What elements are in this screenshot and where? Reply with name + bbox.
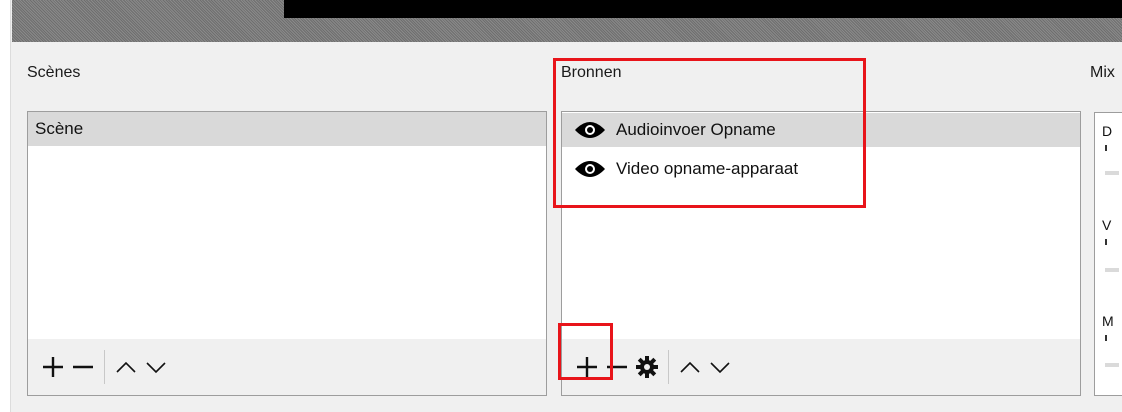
scenes-panel: Scène [27,111,547,396]
add-scene-button[interactable] [38,347,68,387]
add-source-highlight-box [558,323,613,380]
scene-item-label: Scène [35,119,84,138]
sources-highlight-box [553,58,866,208]
mixer-panel: D V M [1094,112,1122,396]
move-scene-up-button[interactable] [111,347,141,387]
move-up-icon [116,361,136,373]
toolbar-separator [104,350,105,384]
move-source-up-button[interactable] [675,347,705,387]
window-left-edge [0,0,11,412]
mixer-meter [1105,239,1107,245]
mixer-channel-label: V [1102,217,1112,233]
move-scene-down-button[interactable] [141,347,171,387]
mixer-channel-label: D [1102,123,1113,139]
mixer-meter [1105,335,1107,341]
scenes-toolbar [28,339,546,395]
move-source-down-button[interactable] [705,347,735,387]
mixer-volume-slider[interactable] [1105,171,1119,175]
scene-list-item[interactable]: Scène [28,112,546,146]
add-icon [43,357,63,377]
mixer-volume-slider[interactable] [1105,268,1119,272]
toolbar-separator [668,350,669,384]
mixer-channel-label: M [1102,313,1114,329]
mixer-dock-title: Mix [1090,64,1115,81]
remove-scene-button[interactable] [68,347,98,387]
move-down-icon [710,362,730,374]
source-properties-button[interactable] [632,347,662,387]
move-down-icon [146,362,166,374]
mixer-volume-slider[interactable] [1105,363,1119,367]
mixer-meter [1105,145,1107,151]
move-up-icon [680,361,700,373]
scenes-dock-title: Scènes [27,64,81,81]
gear-icon [636,356,658,378]
sources-toolbar [562,339,1080,395]
remove-icon [73,365,93,369]
preview-canvas [284,0,1122,18]
